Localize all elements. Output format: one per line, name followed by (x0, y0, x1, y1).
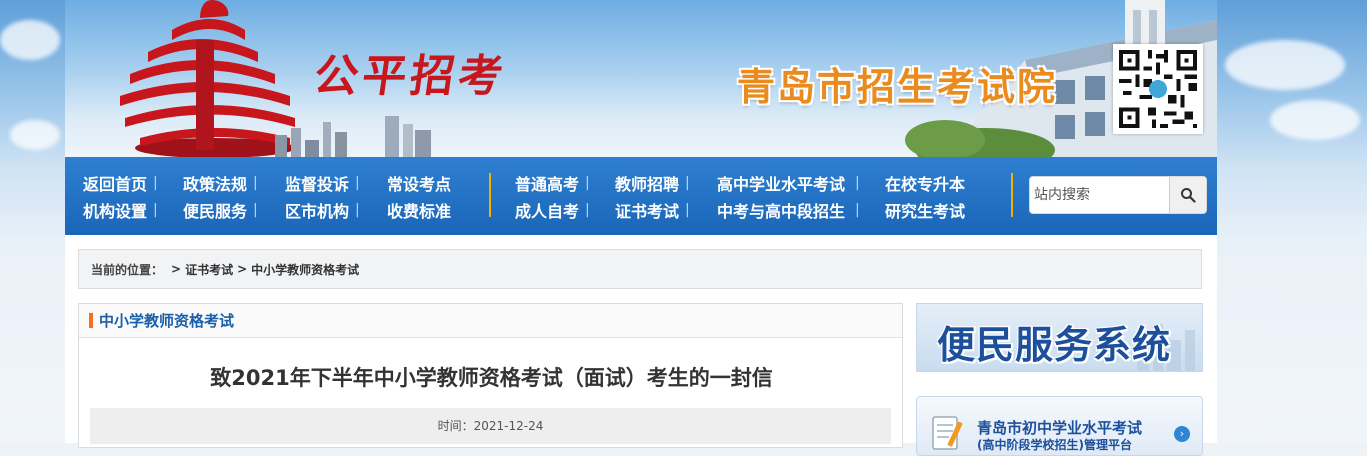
search-icon (1181, 188, 1196, 203)
service-system-title: 便民服务系统 (937, 323, 1172, 367)
section-title: 中小学教师资格考试 (99, 312, 235, 330)
nav-separator: | (253, 201, 258, 218)
nav-separator: | (685, 201, 690, 218)
header-banner: 公平招考 青岛市招生考试院 (65, 0, 1217, 157)
nav-separator: | (585, 201, 590, 218)
nav-link-complaints[interactable]: 监督投诉 (285, 171, 355, 195)
nav-link-academic-level[interactable]: 高中学业水平考试 (717, 171, 855, 195)
search-button[interactable] (1169, 177, 1206, 213)
nav-group-divider (1011, 173, 1013, 217)
nav-row: 普通高考 | 教师招聘 | 高中学业水平考试 | 在校专升本 (515, 170, 975, 195)
zhongkao-platform-link[interactable]: 青岛市初中学业水平考试 (高中阶段学校招生)管理平台 › (916, 396, 1203, 456)
nav-link-certificates[interactable]: 证书考试 (615, 198, 685, 222)
nav-link-services[interactable]: 便民服务 (183, 198, 253, 222)
nav-row: 机构设置 | 便民服务 | 区市机构 | 收费标准 (83, 197, 457, 222)
platform-link-title: 青岛市初中学业水平考试 (977, 419, 1143, 437)
breadcrumb-separator: > (237, 262, 248, 276)
breadcrumb-link-teacher-qualification[interactable]: 中小学教师资格考试 (251, 261, 359, 278)
article-title: 致2021年下半年中小学教师资格考试（面试）考生的一封信 (210, 366, 773, 390)
nav-separator: | (855, 201, 860, 218)
nav-link-fees[interactable]: 收费标准 (387, 198, 457, 222)
platform-link-subtitle: (高中阶段学校招生)管理平台 (977, 438, 1132, 452)
nav-separator: | (253, 174, 258, 191)
nav-separator: | (685, 174, 690, 191)
nav-link-teacher-recruit[interactable]: 教师招聘 (615, 171, 685, 195)
main-navigation: 返回首页 | 政策法规 | 监督投诉 | 常设考点 机构设置 | 便民服务 | … (65, 157, 1217, 235)
nav-separator: | (153, 201, 158, 218)
nav-group-general: 返回首页 | 政策法规 | 监督投诉 | 常设考点 机构设置 | 便民服务 | … (83, 170, 457, 224)
nav-separator: | (855, 174, 860, 191)
nav-group-divider (489, 173, 491, 217)
breadcrumb-separator: > (171, 262, 182, 276)
slogan-calligraphy: 公平招考 (310, 51, 510, 102)
qr-code-image (1113, 44, 1203, 134)
nav-row: 成人自考 | 证书考试 | 中考与高中段招生 | 研究生考试 (515, 197, 975, 222)
article-panel: 中小学教师资格考试 致2021年下半年中小学教师资格考试（面试）考生的一封信 时… (78, 303, 903, 448)
search-input[interactable] (1030, 177, 1166, 213)
nav-link-organization[interactable]: 机构设置 (83, 198, 153, 222)
section-marker (89, 313, 93, 328)
chevron-right-icon: › (1174, 426, 1190, 442)
breadcrumb-link-certificates[interactable]: 证书考试 (185, 261, 233, 278)
nav-link-gaokao[interactable]: 普通高考 (515, 171, 585, 195)
nav-separator: | (585, 174, 590, 191)
service-system-banner[interactable]: 便民服务系统 (916, 303, 1203, 372)
nav-separator: | (153, 174, 158, 191)
site-search (1029, 176, 1207, 214)
nav-link-graduate[interactable]: 研究生考试 (885, 198, 975, 222)
nav-row: 返回首页 | 政策法规 | 监督投诉 | 常设考点 (83, 170, 457, 195)
nav-link-district[interactable]: 区市机构 (285, 198, 355, 222)
nav-link-exam-sites[interactable]: 常设考点 (387, 171, 457, 195)
nav-link-self-study[interactable]: 成人自考 (515, 198, 585, 222)
breadcrumb: 当前的位置： > 证书考试 > 中小学教师资格考试 (78, 249, 1202, 289)
nav-link-policy[interactable]: 政策法规 (183, 171, 253, 195)
page-container: 公平招考 青岛市招生考试院 返回首页 | 政策法规 | 监督投诉 | 常设考点 … (65, 0, 1217, 456)
nav-separator: | (355, 201, 360, 218)
nav-link-home[interactable]: 返回首页 (83, 171, 153, 195)
city-skyline-image (275, 116, 431, 157)
nav-link-zhongkao[interactable]: 中考与高中段招生 (717, 198, 855, 222)
article-date: 时间：2021-12-24 (90, 408, 891, 444)
organization-name: 青岛市招生考试院 (737, 65, 1058, 109)
document-pen-icon (932, 416, 963, 450)
panel-header: 中小学教师资格考试 (79, 304, 902, 338)
nav-group-exams: 普通高考 | 教师招聘 | 高中学业水平考试 | 在校专升本 成人自考 | 证书… (515, 170, 975, 224)
nav-link-upgrade[interactable]: 在校专升本 (885, 171, 975, 195)
breadcrumb-label: 当前的位置： (91, 262, 164, 277)
nav-separator: | (355, 174, 360, 191)
